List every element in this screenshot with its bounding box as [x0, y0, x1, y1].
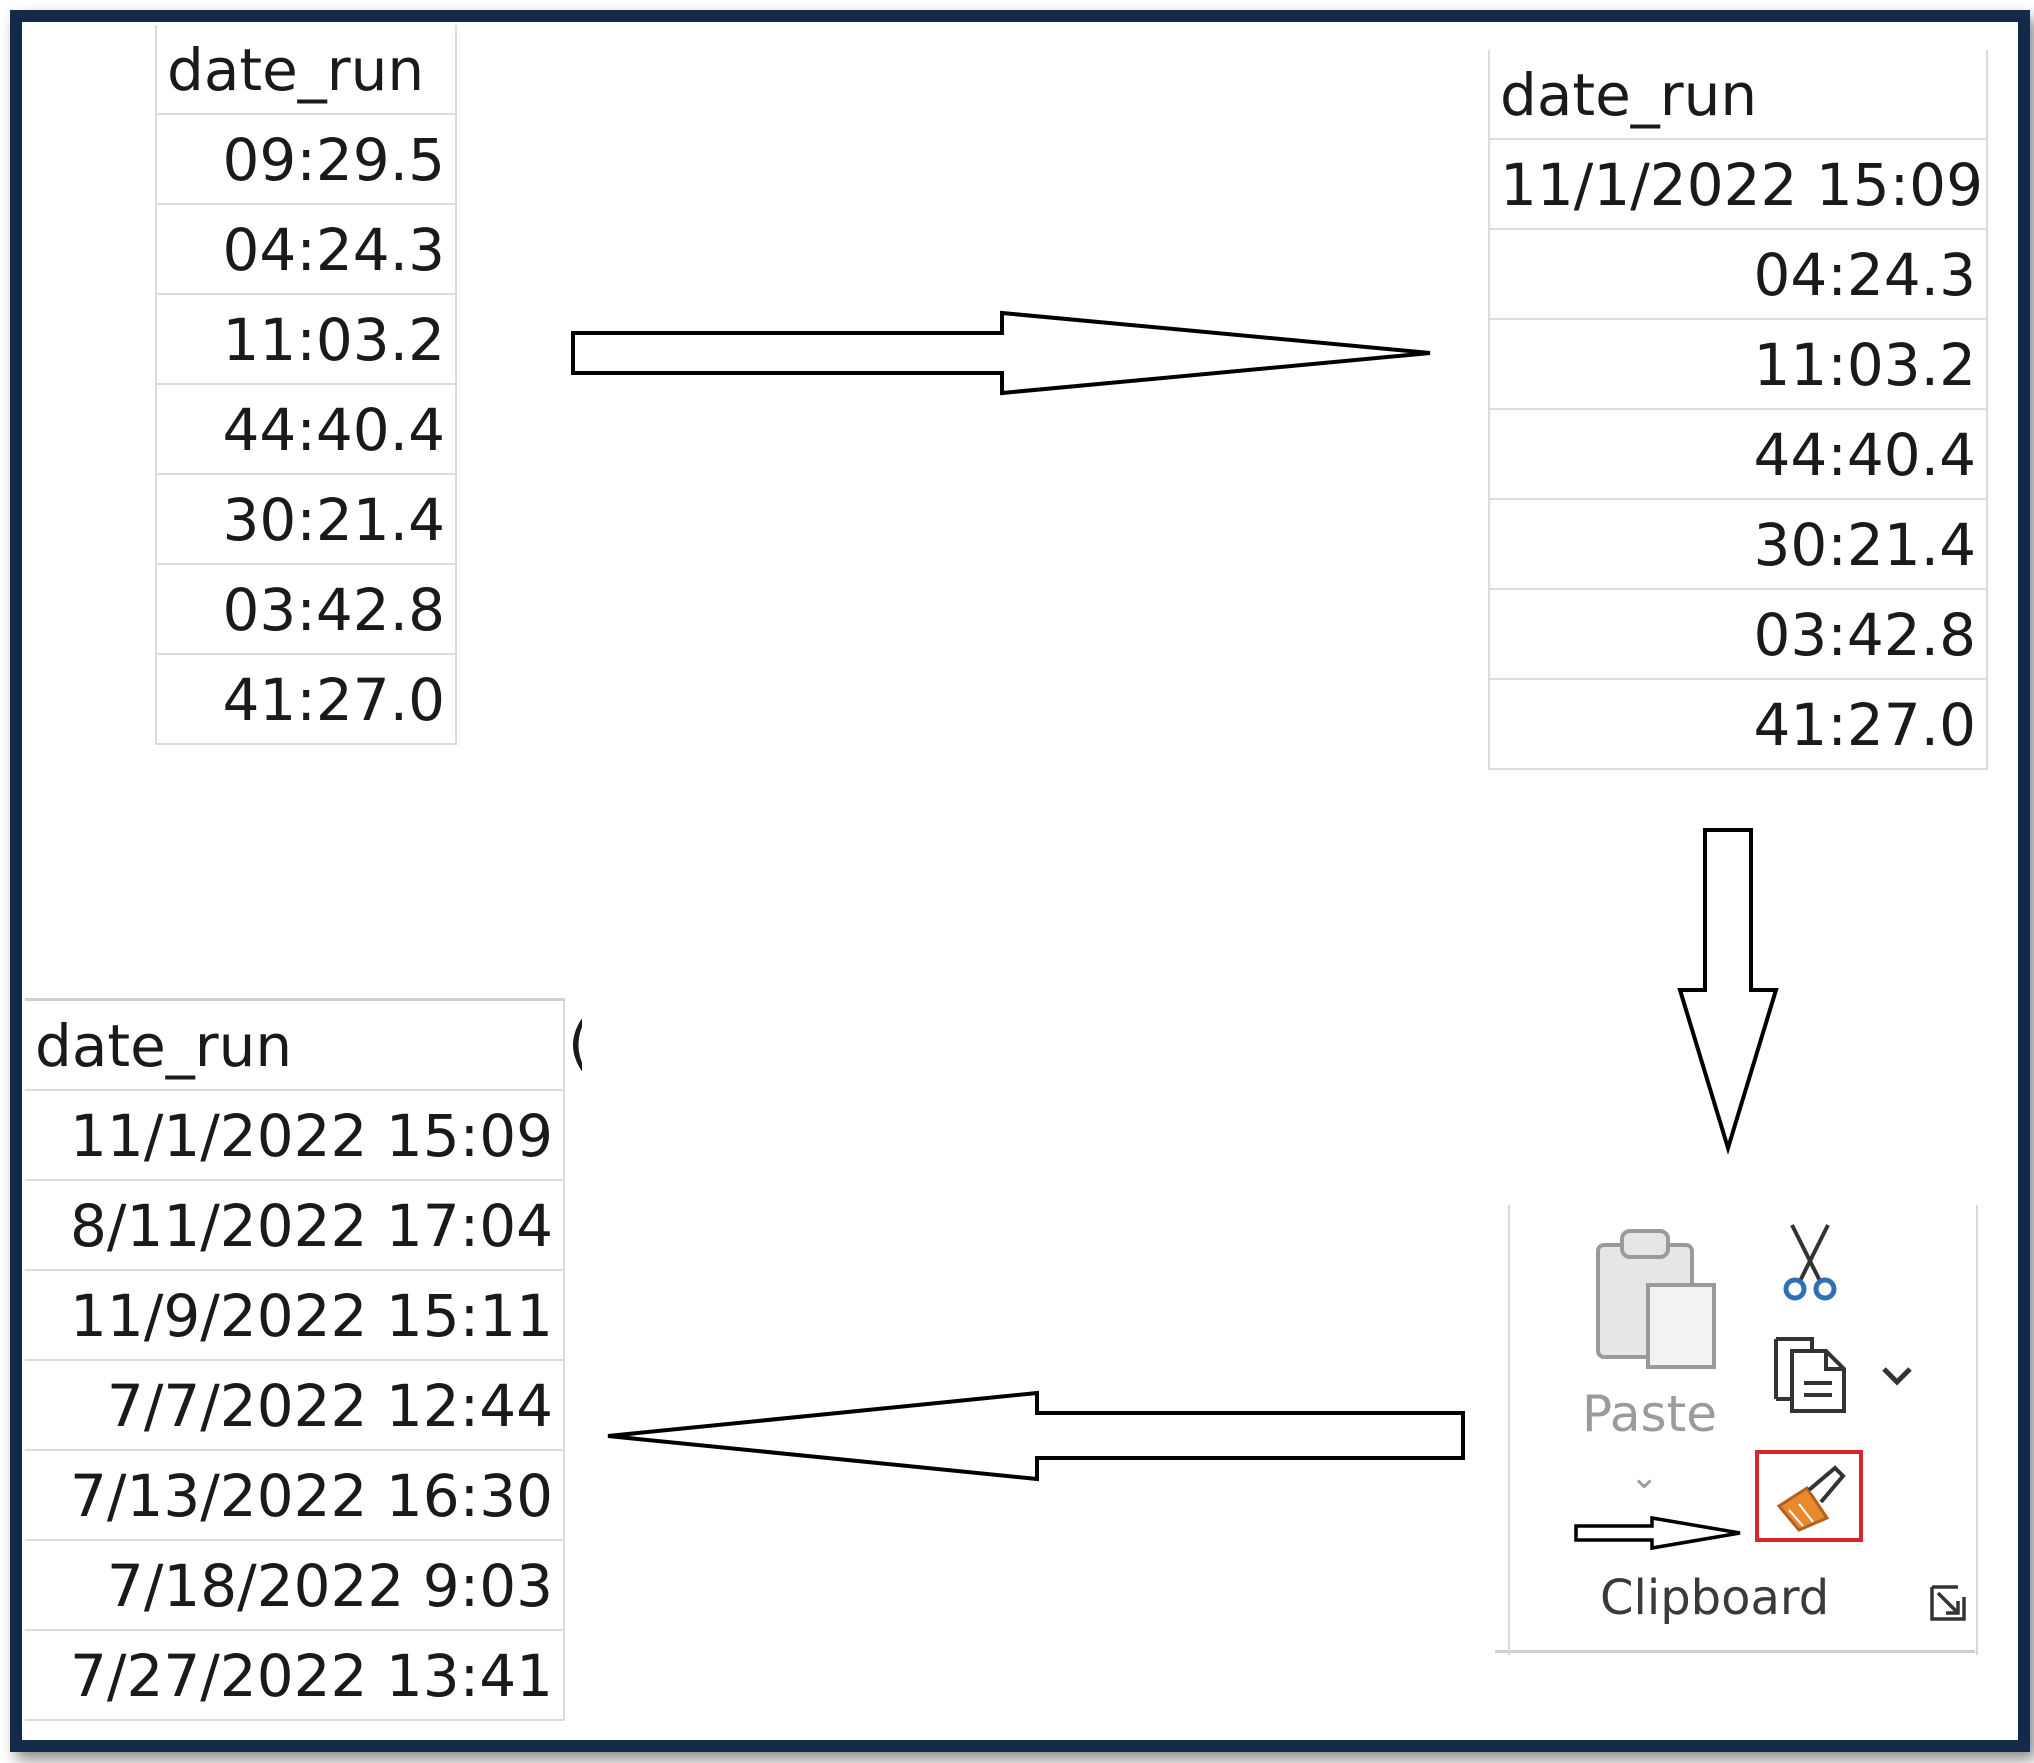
arrow-right-icon [571, 310, 1431, 396]
paste-icon[interactable] [1590, 1223, 1730, 1373]
arrow-left-icon [607, 1390, 1465, 1482]
clipboard-group: Paste ⌄ Clipboard [1508, 1205, 1978, 1655]
arrow-down-icon [1677, 828, 1779, 1155]
paste-dropdown-chevron[interactable]: ⌄ [1630, 1457, 1659, 1497]
format-painter-button[interactable] [1755, 1450, 1863, 1542]
copy-icon[interactable] [1768, 1333, 1854, 1417]
paste-label[interactable]: Paste [1582, 1385, 1717, 1443]
cut-icon[interactable] [1778, 1219, 1842, 1305]
clipboard-group-label: Clipboard [1600, 1570, 1830, 1626]
format-painter-icon [1776, 1465, 1846, 1532]
copy-dropdown-icon[interactable] [1880, 1365, 1914, 1387]
dialog-launcher-icon[interactable] [1928, 1583, 1968, 1623]
